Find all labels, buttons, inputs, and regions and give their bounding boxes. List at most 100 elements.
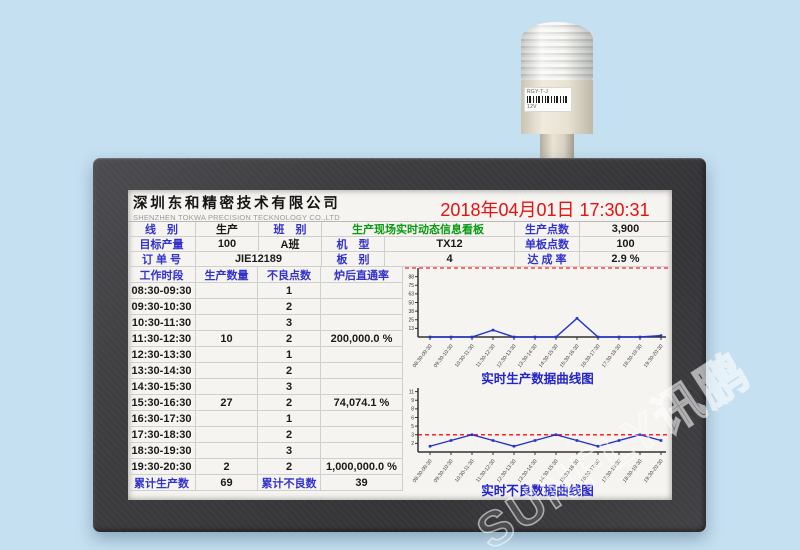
value-cell: 2 <box>196 459 258 475</box>
value-cell: 10 <box>196 331 258 347</box>
svg-text:15:30-16:30: 15:30-16:30 <box>559 458 581 484</box>
value-cell <box>196 347 258 363</box>
info-value-board: 4 <box>385 252 515 267</box>
info-label-unit-points: 单板点数 <box>515 237 580 252</box>
company-block: 深圳东和精密技术有限公司 SHENZHEN TOKWA PRECISION TE… <box>128 190 418 221</box>
value-cell <box>196 283 258 299</box>
svg-text:17:30-18:30: 17:30-18:30 <box>601 458 623 484</box>
defect-trend-chart: 2356891108:30-09:3009:30-10:3010:30-11:3… <box>403 388 672 484</box>
datetime-display: 2018年04月01日 17:30:31 <box>418 190 672 221</box>
svg-text:88: 88 <box>408 274 414 280</box>
svg-text:2: 2 <box>411 441 414 447</box>
light-body: RGY-T-J 12V <box>521 80 593 134</box>
svg-text:19:30-20:30: 19:30-20:30 <box>643 458 665 484</box>
svg-text:12:30-13:30: 12:30-13:30 <box>496 343 518 369</box>
svg-text:50: 50 <box>408 300 414 306</box>
value-cell: 1 <box>258 347 321 363</box>
info-value-rate: 2.9 % <box>580 252 672 267</box>
value-cell <box>321 283 403 299</box>
value-cell <box>196 363 258 379</box>
value-cell <box>321 427 403 443</box>
svg-text:3: 3 <box>411 433 414 439</box>
company-name-cn: 深圳东和精密技术有限公司 <box>133 192 418 213</box>
svg-text:19:30-20:30: 19:30-20:30 <box>643 343 665 369</box>
value-cell: 1,000,000.0 % <box>321 459 403 475</box>
svg-text:75: 75 <box>408 283 414 289</box>
info-label-order: 订 单 号 <box>128 252 196 267</box>
svg-text:5: 5 <box>411 424 414 430</box>
svg-text:17:30-18:30: 17:30-18:30 <box>601 343 623 369</box>
value-cell <box>321 379 403 395</box>
chart-title-production: 实时生产数据曲线图 <box>403 372 672 388</box>
time-slot-cell: 12:30-13:30 <box>128 347 196 363</box>
value-cell: 74,074.1 % <box>321 395 403 411</box>
value-cell: 200,000.0 % <box>321 331 403 347</box>
value-cell: 2 <box>258 363 321 379</box>
value-cell: 2 <box>258 427 321 443</box>
svg-text:09:30-10:30: 09:30-10:30 <box>433 458 455 484</box>
total-defect-value: 39 <box>321 475 403 491</box>
time-slot-cell: 10:30-11:30 <box>128 315 196 331</box>
svg-text:25: 25 <box>408 318 414 324</box>
time-slot-cell: 15:30-16:30 <box>128 395 196 411</box>
total-production-value: 69 <box>196 475 258 491</box>
info-label-model: 机 型 <box>322 237 385 252</box>
value-cell: 2 <box>258 299 321 315</box>
svg-text:18:30-19:30: 18:30-19:30 <box>622 458 644 484</box>
value-cell <box>321 347 403 363</box>
info-label-points: 生产点数 <box>515 222 580 237</box>
signal-tower-light: RGY-T-J 12V <box>521 22 593 162</box>
value-cell <box>196 443 258 459</box>
total-defect-label: 累计不良数 <box>258 475 321 491</box>
time-slot-cell: 18:30-19:30 <box>128 443 196 459</box>
light-spec-label: RGY-T-J 12V <box>524 87 572 112</box>
column-header: 生产数量 <box>196 267 258 283</box>
svg-text:18:30-19:30: 18:30-19:30 <box>622 343 644 369</box>
time-slot-cell: 09:30-10:30 <box>128 299 196 315</box>
svg-text:14:30-15:30: 14:30-15:30 <box>538 458 560 484</box>
value-cell <box>321 363 403 379</box>
column-header: 炉后直通率 <box>321 267 403 283</box>
monitor-frame: 深圳东和精密技术有限公司 SHENZHEN TOKWA PRECISION TE… <box>93 158 706 532</box>
value-cell <box>196 427 258 443</box>
time-slot-cell: 13:30-14:30 <box>128 363 196 379</box>
info-label-line: 线 别 <box>128 222 196 237</box>
main-area: 工作时段生产数量不良点数炉后直通率 08:30-09:30 1 09:30-10:30… <box>128 267 672 500</box>
value-cell <box>196 315 258 331</box>
svg-text:8: 8 <box>411 407 414 413</box>
light-lens-cap <box>521 22 593 80</box>
value-cell <box>196 299 258 315</box>
svg-text:38: 38 <box>408 309 414 315</box>
info-value-points: 3,900 <box>580 222 672 237</box>
svg-text:16:30-17:30: 16:30-17:30 <box>580 343 602 369</box>
value-cell: 27 <box>196 395 258 411</box>
svg-text:11:30-12:30: 11:30-12:30 <box>475 458 497 483</box>
value-cell <box>321 411 403 427</box>
screen: 深圳东和精密技术有限公司 SHENZHEN TOKWA PRECISION TE… <box>128 190 672 500</box>
time-slot-cell: 16:30-17:30 <box>128 411 196 427</box>
column-header: 不良点数 <box>258 267 321 283</box>
value-cell <box>321 443 403 459</box>
board-title: 生产现场实时动态信息看板 <box>322 222 515 237</box>
svg-text:14:30-15:30: 14:30-15:30 <box>538 343 560 369</box>
time-slot-cell: 08:30-09:30 <box>128 283 196 299</box>
info-label-target: 目标产量 <box>128 237 196 252</box>
time-slot-cell: 11:30-12:30 <box>128 331 196 347</box>
column-header: 工作时段 <box>128 267 196 283</box>
value-cell: 3 <box>258 315 321 331</box>
svg-text:08:30-09:30: 08:30-09:30 <box>412 343 434 369</box>
svg-text:12:30-13:30: 12:30-13:30 <box>496 458 518 484</box>
value-cell: 3 <box>258 443 321 459</box>
info-value-order: JIE12189 <box>196 252 322 267</box>
value-cell: 3 <box>258 379 321 395</box>
light-voltage-text: 12V <box>527 104 569 110</box>
info-value-target: 100 <box>196 237 259 252</box>
value-cell <box>321 315 403 331</box>
company-name-en: SHENZHEN TOKWA PRECISION TECKNOLOGY CO.,… <box>133 213 418 222</box>
light-model-text: RGY-T-J <box>527 89 569 95</box>
info-value-line: 生产 <box>196 222 259 237</box>
value-cell: 2 <box>258 395 321 411</box>
info-value-model: TX12 <box>385 237 515 252</box>
info-value-shift: A班 <box>259 237 322 252</box>
value-cell: 1 <box>258 283 321 299</box>
